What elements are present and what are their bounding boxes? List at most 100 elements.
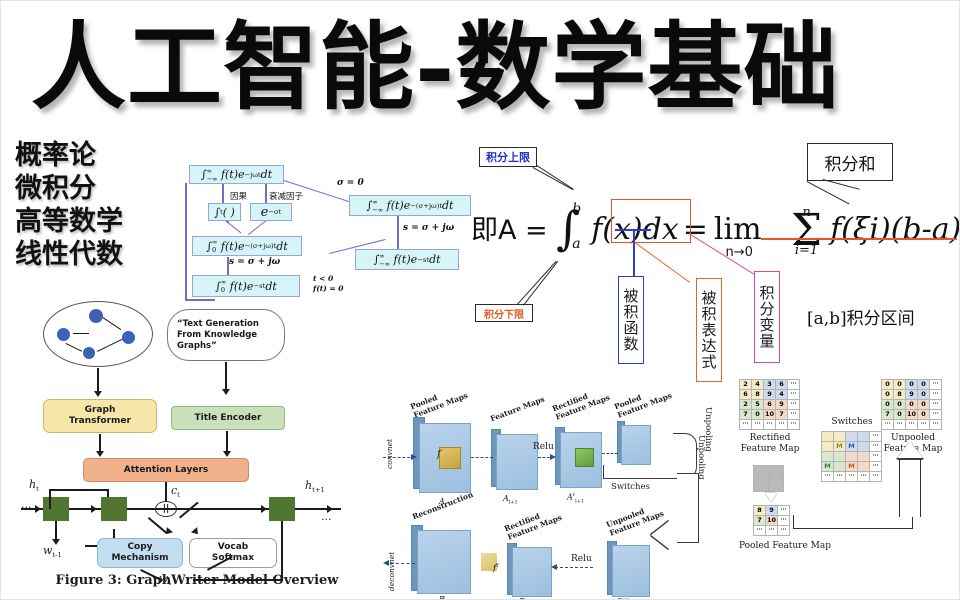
tensor-A-l1 (496, 434, 538, 490)
label-convnet: convnet (385, 438, 394, 469)
transform-label-s-def-right: s = σ + jω (403, 223, 455, 233)
graph-arrowhead (96, 451, 104, 457)
pointer-to-integrand-function (633, 229, 635, 281)
pooled-feature-map-matrix: 8 9 ··· 7 10 ··· ··· ··· ··· (753, 505, 790, 536)
formula-sum-expression: f(ξi)(b-a)/ n (830, 212, 960, 247)
label-deconvnet: deconvnet (387, 551, 396, 591)
graph-arrow-line (99, 434, 102, 452)
tensor-R-l (417, 530, 471, 594)
attention-layers-label: Attention Layers (123, 464, 209, 475)
label-relu-top: Relu (533, 442, 554, 452)
graph-transformer-node: Graph Transformer (43, 399, 157, 433)
fourier-laplace-diagram: ∫ ∞ −∞ f(t)e −jωt dt ∫ t( ) e −σt ∫ ∞ 0 f(t)e −(σ… (177, 161, 477, 316)
switches-label: Switches (831, 417, 873, 427)
graph-arrowhead (94, 391, 102, 397)
transform-box-causal: ∫ t( ) (208, 203, 241, 221)
formula-lim: lim (713, 212, 762, 247)
output-merge-line (281, 521, 283, 579)
subject-item-calculus: 微积分 (15, 173, 96, 204)
transform-label-t-negative: t < 0 (313, 274, 334, 283)
deconvnet-diagram: Pooled Feature Maps f Al convnet Feature … (383, 373, 723, 599)
tensor-label-A-l1: Al+1 (503, 494, 518, 506)
transform-connector (265, 183, 267, 203)
label-pooled-feature-maps-2: Pooled Feature Maps (613, 390, 674, 420)
tensor-R-l1 (512, 547, 552, 597)
integration-interval-note: [a,b]积分区间 (807, 309, 915, 329)
rnn-cell (269, 497, 295, 521)
label-integrand-function: 被积函数 (618, 276, 644, 364)
title-encoder-node: Title Encoder (171, 406, 285, 430)
formula-sum-lower: i=1 (794, 243, 819, 258)
graphwriter-diagram: “Text Generation From Knowledge Graphs” … (21, 301, 371, 596)
transform-label-causal: 因果 (230, 192, 248, 202)
poster-canvas: 人工智能-数学基础 概率论 微积分 高等数学 线性代数 ∫ ∞ −∞ f(t)e −j… (0, 0, 960, 600)
title-encoder-label: Title Encoder (194, 412, 262, 423)
transform-connector (223, 219, 242, 234)
transform-connector (222, 183, 224, 203)
integrand-highlight-box (611, 199, 691, 243)
branch-arrowhead (163, 527, 173, 537)
rectified-feature-map-label: Rectified Feature Map (740, 433, 800, 454)
graph-arrowhead (222, 389, 230, 395)
figure-caption: Figure 3: GraphWriter Model Overview (55, 573, 339, 588)
graph-edge (73, 333, 89, 335)
transform-connector (185, 183, 187, 301)
graph-arrowhead (223, 451, 231, 457)
callout-lower-pointer (523, 260, 559, 306)
tensor-label-R-l: Rl (439, 595, 446, 600)
callout-integral-sum: 积分和 (807, 143, 893, 181)
copy-mechanism-label: Copy Mechanism (111, 542, 169, 563)
unpooled-feature-map-matrix: 0 0 0 0 ··· 0 8 9 0 ··· 0 0 0 0 ··· 7 0 10 0 ··· ··· ··· ·… (881, 379, 942, 430)
transform-label-f-zero: f(t) = 0 (313, 284, 344, 293)
rnn-chain-arrowhead (91, 505, 97, 513)
graph-node-dot (89, 309, 103, 323)
branch-arrowhead (191, 527, 201, 537)
label-rectified-feature-maps-1: Rectified Feature Maps (551, 391, 612, 422)
label-rectified-feature-maps-2: Rectified Feature Maps (503, 511, 564, 542)
formula-prefix: 即A = (471, 215, 557, 246)
hidden-state-line (107, 489, 109, 497)
callout-upper-limit-label: 积分上限 (486, 151, 530, 164)
tensor-label-A-l1-r: Arl+1 (567, 492, 585, 505)
title-text-node-label: “Text Generation From Knowledge Graphs” (177, 318, 259, 351)
rnn-cell (101, 497, 127, 521)
unpooling-side-label: Unpooling (703, 407, 713, 452)
math-label-ellipsis-right: ··· (321, 513, 332, 526)
integral-formula: 即A = ∫ b a f(x)dx=limn→0 n Σ i=1 f(ξi)(b… (471, 196, 960, 266)
transform-box-bilateral-sj: ∫ ∞ −∞ f(t)e −(σ+jω)t dt (349, 195, 471, 216)
transform-label-decay: 衰减因子 (269, 192, 304, 202)
formula-upper-limit: b (572, 201, 582, 217)
formula-lower-limit: a (572, 236, 581, 252)
label-integrand-expression: 被积表达式 (696, 278, 722, 382)
label-feature-maps: Feature Maps (489, 394, 546, 424)
integral-formula-area: 积分上限 积分和 即A = ∫ b a f(x)dx=limn→0 n Σ i=… (471, 141, 960, 382)
copy-mechanism-node: Copy Mechanism (97, 538, 183, 568)
subject-list: 概率论 微积分 高等数学 线性代数 (15, 139, 165, 271)
callout-upper-limit: 积分上限 (479, 147, 537, 167)
transform-box-laplace-half-s: ∫ ∞ 0 f(t)e −st dt (192, 275, 300, 297)
rectified-feature-map-matrix: 2 4 3 6 ··· 6 8 9 4 ··· 2 5 6 9 ··· 7 0 10 7 ··· ··· ··· ·… (739, 379, 800, 430)
transform-label-sigma-zero: σ = 0 (337, 178, 364, 188)
title-text-node: “Text Generation From Knowledge Graphs” (167, 309, 285, 361)
transform-box-laplace-half-sj: ∫ ∞ 0 f(t)e −(σ+jω)t dt (192, 236, 302, 256)
subject-item-advanced-math: 高等数学 (15, 206, 123, 237)
transform-label-s-def-left: s = σ + jω (229, 257, 281, 267)
vocab-softmax-node: Vocab Softmax (189, 538, 277, 568)
rnn-chain-arrowhead (261, 505, 267, 513)
callout-lower-limit: 积分下限 (475, 304, 533, 322)
sum-underline (761, 238, 957, 241)
subject-item-probability: 概率论 (15, 140, 96, 171)
callout-upper-pointer (532, 167, 574, 191)
graph-transformer-label: Graph Transformer (69, 405, 131, 426)
math-label-ellipsis-left: ··· (21, 501, 32, 514)
label-integration-variable-text: 积分变量 (757, 285, 776, 349)
tensor-R-l1-up (612, 545, 650, 597)
label-pooled-feature-maps-1: Pooled Feature Maps (409, 390, 470, 420)
page-title: 人工智能-数学基础 (31, 12, 840, 123)
rnn-chain-arrowhead (35, 505, 41, 513)
math-label-w-t-prev: wt-1 (43, 544, 62, 560)
tensor-A-l1-p (621, 425, 651, 465)
label-relu-bottom: Relu (571, 554, 592, 564)
transform-box-fourier: ∫ ∞ −∞ f(t)e −jωt dt (189, 165, 284, 184)
attention-layers-node: Attention Layers (83, 458, 249, 482)
